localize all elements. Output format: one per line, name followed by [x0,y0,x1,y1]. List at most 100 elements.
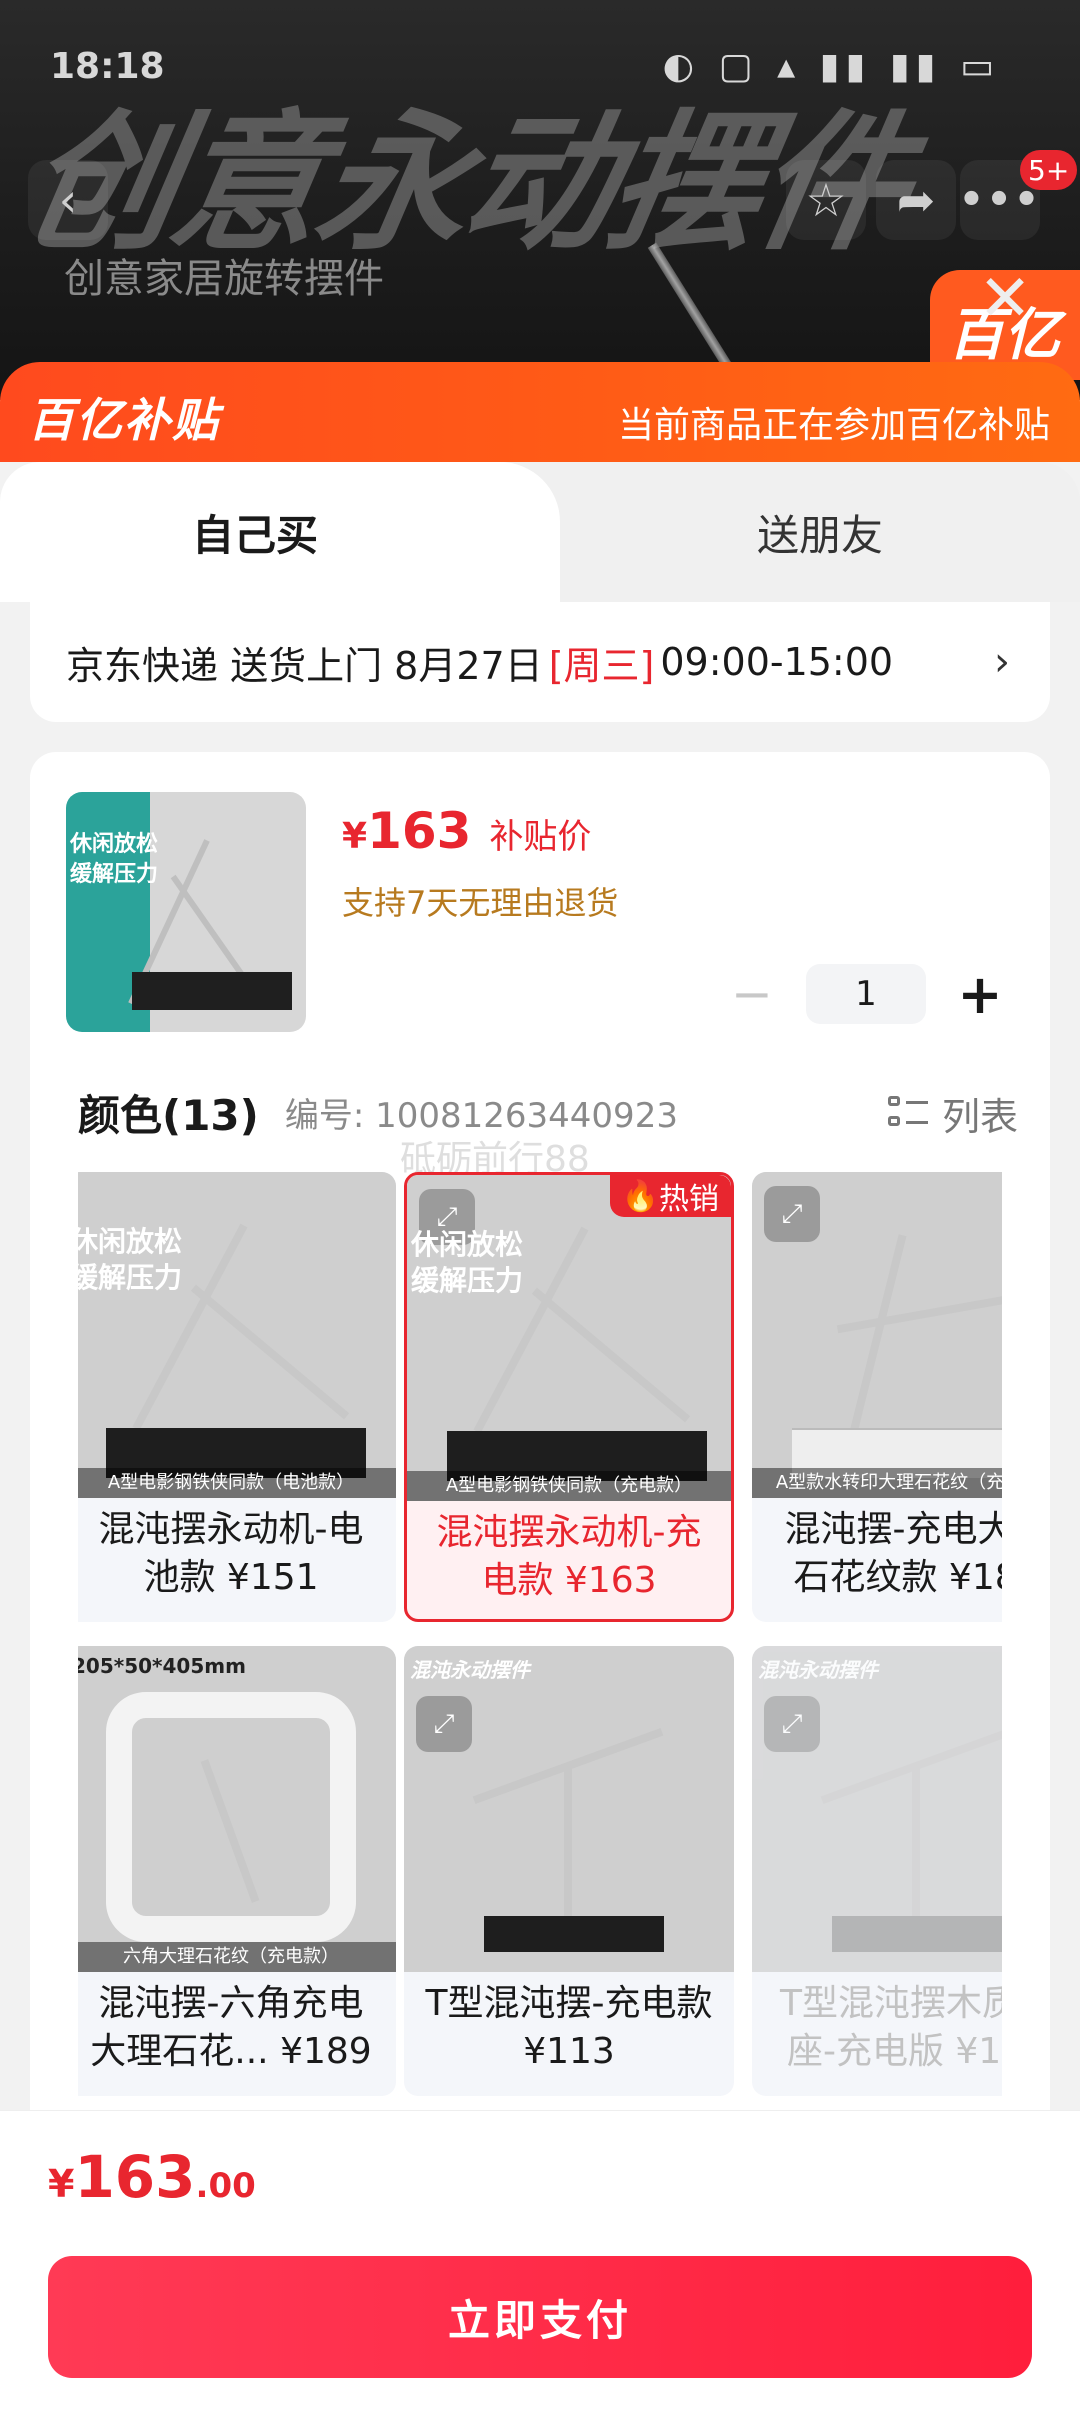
product-hero-background: 创意永动摆件 创意家居旋转摆件 18:18 ◐ ▢ ▴ ▮▮ ▮▮ ▭ ‹ ☆ … [0,0,1080,400]
variant-card[interactable]: 205*50*405mm 六角大理石花纹（充电款） 混沌摆-六角充电 大理石花.… [78,1646,396,2096]
tab-gift-friend[interactable]: 送朋友 [560,462,1080,602]
favorite-button[interactable]: ☆ [786,160,866,240]
delivery-time-window: 09:00-15:00 [660,640,894,684]
status-icons: ◐ ▢ ▴ ▮▮ ▮▮ ▭ [662,46,1000,87]
return-policy: 支持7天无理由退货 [342,884,619,922]
variant-card[interactable]: ⤢ A型款水转印大理石花纹（充电款） 混沌摆-充电大理 石花纹款 ¥189 [752,1172,1002,1622]
subsidy-promo-text: 当前商品正在参加百亿补贴 [617,405,1050,446]
variant-rod [912,1766,920,1936]
variant-image: 混沌永动摆件 ⤢ [404,1646,734,1972]
share-icon: ➦ [896,173,936,227]
variant-image-label: 六角大理石花纹（充电款） [78,1942,396,1972]
total-price-decimal: .00 [195,2166,256,2206]
variant-image: ⤢ A型款水转印大理石花纹（充电款） [752,1172,1002,1498]
chevron-left-icon: ‹ [58,173,78,227]
variant-image: ⤢ 休闲放松 缓解压力 A型电影钢铁侠同款（充电款） [407,1175,731,1501]
variant-price: 电款 ¥163 [481,1560,657,1601]
price-label: 补贴价 [489,817,592,857]
variant-price: ¥113 [523,2031,615,2072]
variant-image-title: 混沌永动摆件 [410,1658,530,1682]
variant-caption: 混沌摆-六角充电 大理石花... ¥189 [78,1980,396,2090]
delivery-info[interactable]: 京东快递 送货上门 8月27日 [周三] 09:00-15:00 › [30,602,1050,722]
variant-name: 混沌摆永动机-充 [436,1512,702,1553]
variant-image: 混沌永动摆件 ⤢ [752,1646,1002,1972]
price-row: ¥ 163 补贴价 [342,802,591,860]
variant-card-unavailable[interactable]: 混沌永动摆件 ⤢ T型混沌摆木质底 座-充电版 ¥132 [752,1646,1002,2096]
expand-icon[interactable]: ⤢ [764,1696,820,1752]
increase-button[interactable]: + [950,962,1010,1026]
variant-card[interactable]: 混沌永动摆件 ⤢ T型混沌摆-充电款 ¥113 [404,1646,734,2096]
variant-price: 大理石花... ¥189 [90,2031,372,2072]
variant-card[interactable]: 休闲放松 缓解压力 A型电影钢铁侠同款（电池款） 混沌摆永动机-电 池款 ¥15… [78,1172,396,1622]
variant-rod [531,1287,691,1423]
variant-name: T型混沌摆-充电款 [425,1983,713,2024]
total-price-symbol: ¥ [48,2162,75,2206]
purchase-tabs: 自己买 送朋友 [0,462,1080,602]
chevron-right-icon: › [994,639,1010,685]
variant-promo-text: 休闲放松 缓解压力 [78,1225,183,1294]
variant-name: T型混沌摆木质底 [780,1983,1002,2024]
variant-caption: 混沌摆-充电大理 石花纹款 ¥189 [752,1506,1003,1616]
flame-icon: 🔥 [621,1178,659,1214]
message-badge: 5+ [1020,150,1078,190]
thumbnail-promo-text: 休闲放松 缓解压力 [70,832,159,887]
decrease-button[interactable]: − [722,964,782,1024]
delivery-text: 京东快递 送货上门 8月27日 [66,643,543,688]
variant-rod [564,1766,572,1936]
variant-price: 池款 ¥151 [143,1557,319,1598]
variant-image-label: A型电影钢铁侠同款（电池款） [78,1468,396,1498]
quantity-stepper: − 1 + [722,962,1010,1026]
pay-now-button[interactable]: 立即支付 [48,2256,1032,2378]
hero-sub-text: 创意家居旋转摆件 [64,256,384,302]
plus-icon: + [957,962,1003,1026]
variant-price: 座-充电版 ¥132 [786,2031,1002,2072]
variant-caption: T型混沌摆-充电款 ¥113 [404,1980,734,2090]
variant-promo-text: 休闲放松 缓解压力 [411,1228,524,1297]
color-variant-grid: 休闲放松 缓解压力 A型电影钢铁侠同款（电池款） 混沌摆永动机-电 池款 ¥15… [78,1172,1002,2102]
variant-base [832,1916,1002,1952]
back-button[interactable]: ‹ [28,160,108,240]
share-button[interactable]: ➦ [876,160,956,240]
total-price-integer: 163 [74,2143,196,2211]
list-view-label: 列表 [941,1095,1018,1139]
pay-area: 立即支付 [0,2242,1080,2412]
list-view-toggle[interactable]: 列表 [887,1086,1018,1141]
star-icon: ☆ [805,173,847,227]
tab-buy-self[interactable]: 自己买 [0,462,560,602]
variant-name: 混沌摆-充电大理 [784,1509,1003,1550]
subsidy-brand: 百亿补贴 [28,393,220,447]
price-symbol: ¥ [342,816,368,857]
variant-name: 混沌摆永动机-电 [98,1509,364,1550]
variant-image: 休闲放松 缓解压力 A型电影钢铁侠同款（电池款） [78,1172,396,1498]
variant-caption: 混沌摆永动机-电 池款 ¥151 [78,1506,396,1616]
variant-rod [845,1234,907,1450]
variant-caption: 混沌摆永动机-充 电款 ¥163 [407,1509,731,1619]
color-title: 颜色(13) [78,1090,259,1140]
delivery-weekday: [周三] [548,643,655,688]
expand-icon[interactable]: ⤢ [764,1186,820,1242]
variant-price: 石花纹款 ¥189 [793,1557,1002,1598]
variant-dimension-label: 205*50*405mm [78,1654,246,1678]
close-button[interactable]: ✕ [970,262,1040,336]
variant-name: 混沌摆-六角充电 [98,1983,364,2024]
variant-rod [836,1290,1002,1334]
total-price-bar: ¥ 163 .00 [0,2110,1080,2242]
product-thumbnail[interactable]: 休闲放松 缓解压力 [66,792,306,1032]
status-time: 18:18 [50,46,165,87]
expand-icon[interactable]: ⤢ [416,1696,472,1752]
list-icon [887,1094,928,1134]
price-value: 163 [367,802,472,860]
thumbnail-base [132,972,292,1010]
variant-image: 205*50*405mm 六角大理石花纹（充电款） [78,1646,396,1972]
variant-image-label: A型款水转印大理石花纹（充电款） [752,1468,1002,1498]
quantity-input[interactable]: 1 [806,964,926,1024]
variant-card-selected[interactable]: ⤢ 休闲放松 缓解压力 A型电影钢铁侠同款（充电款） 🔥 热销 混沌摆永动机-充 … [404,1172,734,1622]
hot-sale-badge: 🔥 热销 [609,1175,731,1217]
close-icon: ✕ [978,262,1032,336]
minus-icon: − [731,965,773,1023]
variant-base [484,1916,664,1952]
variant-base [106,1692,356,1942]
variant-caption: T型混沌摆木质底 座-充电版 ¥132 [752,1980,1002,2090]
variant-rod [190,1284,350,1420]
hot-sale-label: 热销 [659,1182,719,1217]
